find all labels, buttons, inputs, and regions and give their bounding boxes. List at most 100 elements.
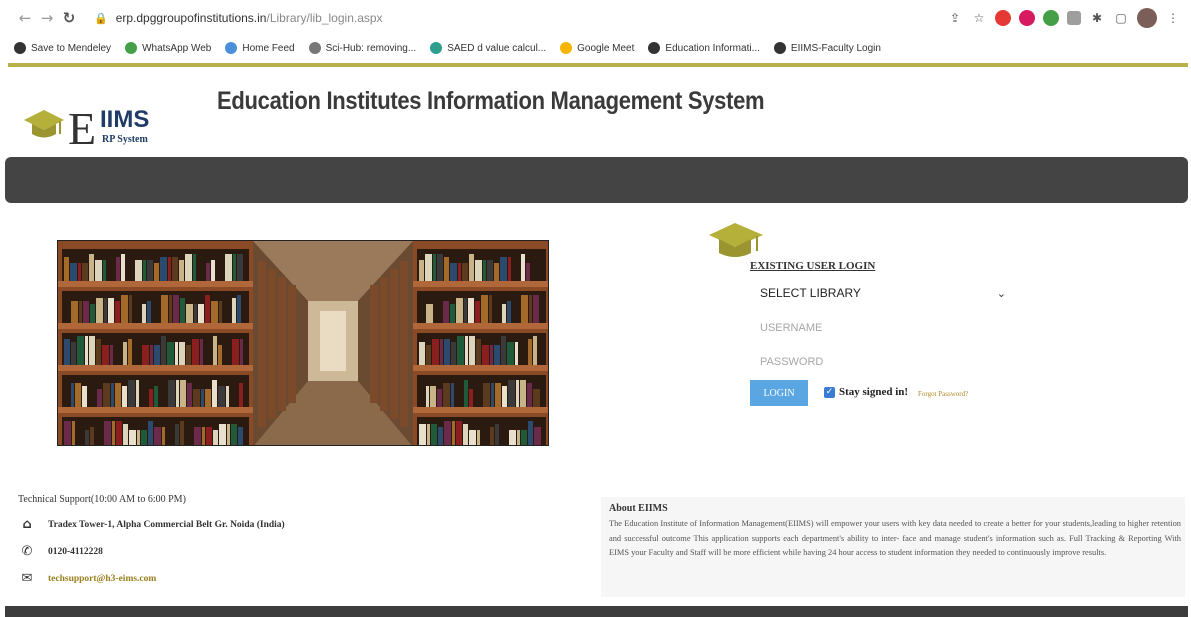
shelf-shape — [469, 336, 475, 365]
page-title: Education Institutes Information Managem… — [217, 86, 765, 115]
shelf-shape — [97, 389, 102, 407]
shelf-shape — [517, 430, 520, 445]
star-icon[interactable]: ☆ — [971, 10, 987, 26]
shelf-shape — [79, 301, 82, 323]
sidebar-icon[interactable]: ▢ — [1113, 10, 1129, 26]
extension-icon[interactable] — [1067, 11, 1081, 25]
shelf-shape — [419, 424, 426, 445]
about-title: About EIIMS — [609, 503, 668, 514]
profile-avatar[interactable] — [1137, 8, 1157, 28]
reload-icon[interactable]: ↻ — [58, 9, 80, 27]
shelf-shape — [238, 427, 243, 445]
login-button[interactable]: LOGIN — [750, 380, 808, 406]
bookmark-icon — [648, 42, 661, 54]
email-link[interactable]: techsupport@h3-eims.com — [48, 574, 156, 584]
bookmark-item[interactable]: Save to Mendeley — [14, 42, 111, 54]
shelf-shape — [161, 295, 168, 323]
password-input[interactable] — [750, 350, 1012, 374]
shelf-shape — [64, 421, 71, 445]
support-title: Technical Support(10:00 AM to 6:00 PM) — [18, 494, 186, 505]
username-input[interactable] — [750, 316, 1012, 340]
shelf-shape — [71, 301, 78, 323]
bookmark-item[interactable]: Home Feed — [225, 42, 295, 54]
shelf-shape — [533, 295, 539, 323]
bookmark-item[interactable]: SAED d value calcul... — [430, 42, 546, 54]
shelf-shape — [123, 342, 127, 365]
shelf-shape — [528, 421, 533, 445]
footer-bar — [5, 606, 1188, 617]
puzzle-icon[interactable]: ✱ — [1089, 10, 1105, 26]
shelf-shape — [231, 424, 237, 445]
forward-icon[interactable]: → — [36, 9, 58, 27]
url-host[interactable]: erp.dpggroupofinstitutions.in — [116, 11, 267, 25]
menu-icon[interactable]: ⋮ — [1165, 10, 1181, 26]
shelf-shape — [232, 298, 236, 323]
logo-ims: IIMS — [100, 106, 150, 133]
shelf-shape — [168, 257, 171, 281]
shelf-shape — [509, 430, 516, 445]
shelf-shape — [58, 281, 253, 287]
shelf-shape — [431, 424, 437, 445]
shelf-shape — [205, 389, 211, 407]
eiims-logo[interactable]: E IIMS RP System — [22, 104, 182, 152]
shelf-shape — [186, 345, 191, 365]
shelf-shape — [149, 389, 153, 407]
shelf-shape — [491, 383, 494, 407]
bookmark-item[interactable]: Google Meet — [560, 42, 634, 54]
shelf-shape — [110, 345, 113, 365]
shelf-shape — [240, 339, 243, 365]
shelf-shape — [463, 424, 468, 445]
shelf-shape — [116, 421, 122, 445]
shelf-shape — [180, 298, 185, 323]
library-select[interactable]: SELECT LIBRARY ⌄ — [750, 281, 1012, 305]
shelf-shape — [433, 254, 436, 281]
shelf-shape — [426, 345, 431, 365]
bookmark-item[interactable]: EIIMS-Faculty Login — [773, 42, 881, 54]
shelf-shape — [516, 380, 519, 407]
shelf-shape — [180, 380, 186, 407]
shelf-shape — [193, 254, 196, 281]
back-icon[interactable]: ← — [14, 9, 36, 27]
shelf-shape — [237, 295, 241, 323]
shelf-shape — [464, 380, 468, 407]
shelf-shape — [508, 380, 515, 407]
shelf-shape — [456, 298, 463, 323]
extension-icon[interactable] — [995, 10, 1011, 26]
shelf-shape — [456, 421, 462, 445]
shelf-shape — [413, 323, 548, 329]
url-path[interactable]: /Library/lib_login.aspx — [266, 11, 382, 25]
shelf-shape — [58, 407, 253, 413]
shelf-shape — [227, 424, 230, 445]
shelf-shape — [219, 424, 226, 445]
extension-icon[interactable] — [1043, 10, 1059, 26]
shelf-shape — [494, 263, 499, 281]
shelf-shape — [212, 380, 217, 407]
shelf-shape — [258, 261, 266, 427]
logo-subtitle: RP System — [102, 134, 148, 145]
share-icon[interactable]: ⇪ — [947, 10, 963, 26]
login-heading: EXISTING USER LOGIN — [750, 260, 876, 272]
shelf-shape — [186, 304, 193, 323]
lock-icon[interactable]: 🔒 — [94, 12, 108, 25]
shelf-shape — [413, 365, 548, 371]
bookmark-label: Education Informati... — [665, 42, 760, 54]
support-phone: ✆ 0120-4112228 — [18, 544, 103, 559]
stay-signed-in-checkbox[interactable]: ✓ — [824, 386, 835, 398]
shelf-shape — [440, 339, 443, 365]
bookmark-item[interactable]: Education Informati... — [648, 42, 760, 54]
shelf-shape — [495, 383, 501, 407]
shelf-shape — [495, 424, 499, 445]
forgot-password-link[interactable]: Forgot Password? — [918, 390, 968, 398]
shelf-shape — [89, 336, 95, 365]
bookmark-icon — [308, 42, 321, 54]
bookmark-item[interactable]: WhatsApp Web — [125, 42, 211, 54]
bookmark-item[interactable]: Sci-Hub: removing... — [308, 42, 416, 54]
extension-icon[interactable] — [1019, 10, 1035, 26]
shelf-shape — [201, 389, 204, 407]
shelf-shape — [476, 339, 481, 365]
shelf-shape — [121, 295, 128, 323]
shelf-shape — [64, 339, 70, 365]
bookmark-icon — [14, 42, 26, 54]
stay-signed-in[interactable]: ✓ Stay signed in! — [824, 386, 908, 398]
shelf-shape — [370, 285, 378, 403]
